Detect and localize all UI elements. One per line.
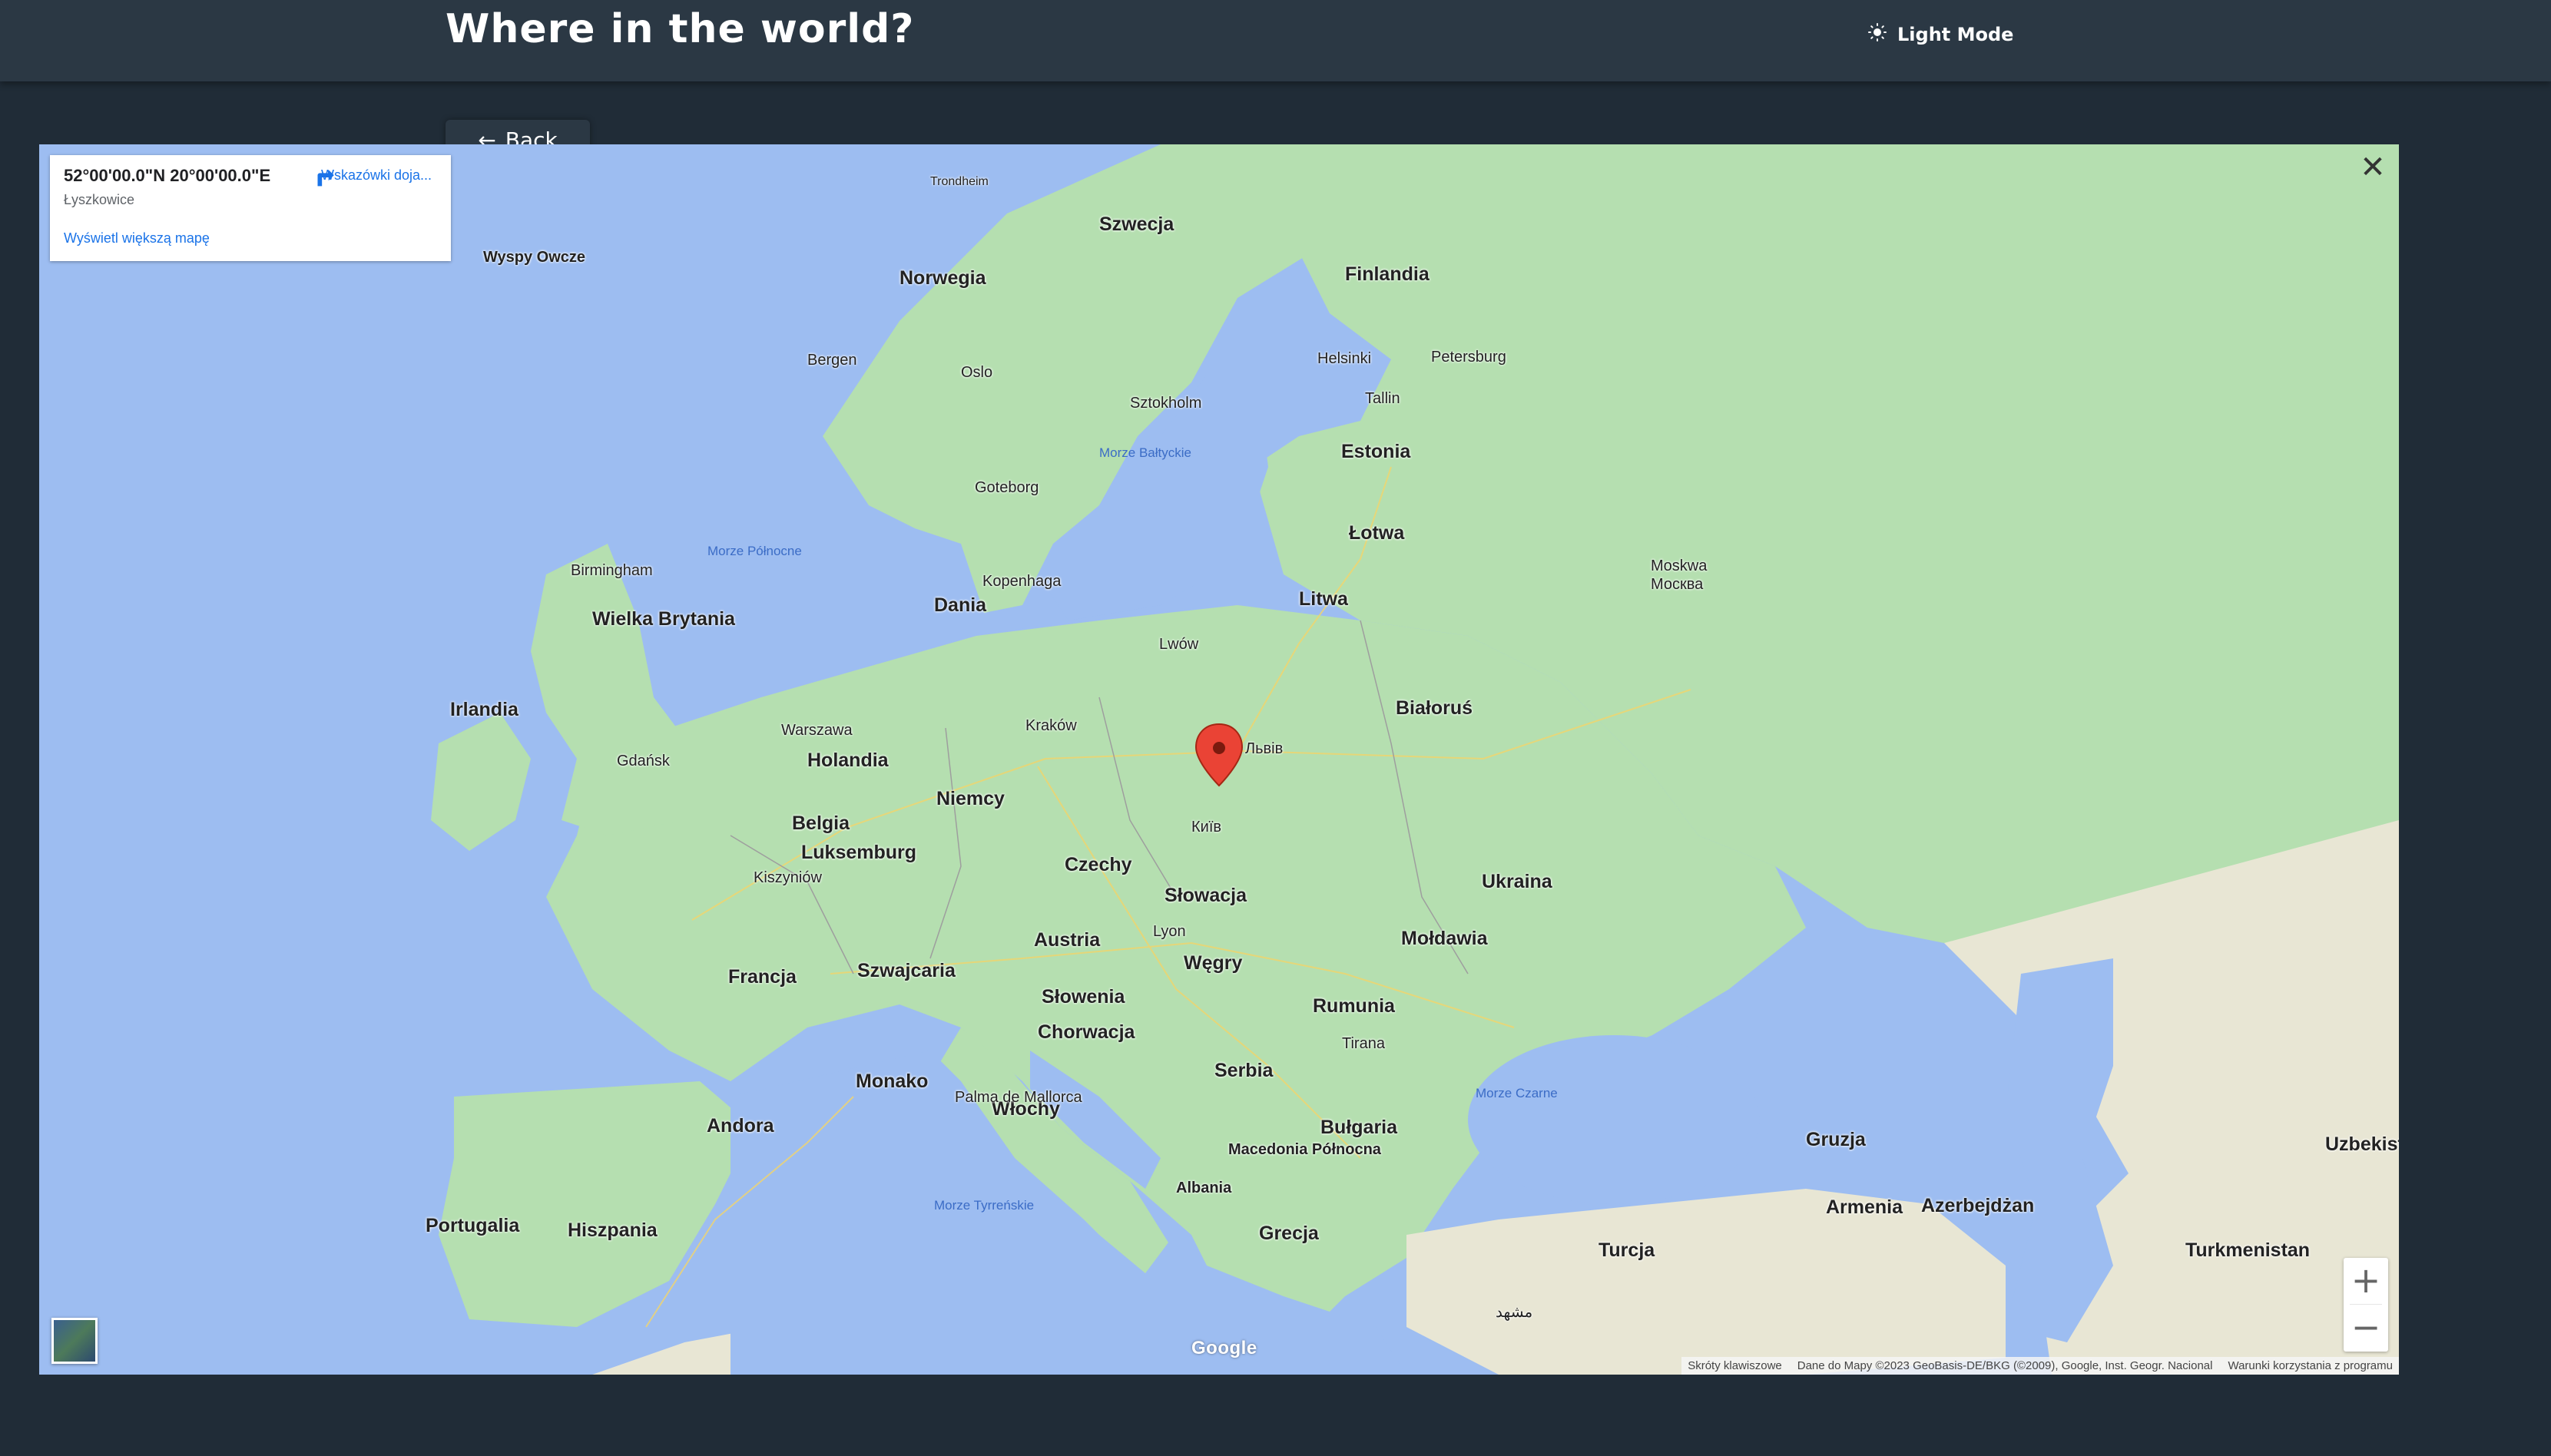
- map-label-country: Chorwacja: [1038, 1021, 1135, 1043]
- map-label-city: Москва: [1651, 576, 1704, 593]
- map-label-country: Bułgaria: [1320, 1117, 1398, 1138]
- map-label-city: Tallin: [1365, 390, 1400, 407]
- map-label-country: Austria: [1034, 929, 1101, 951]
- map-label-country: Andora: [707, 1115, 774, 1137]
- zoom-out-button[interactable]: −: [2344, 1305, 2388, 1351]
- map-label-country: Białoruś: [1396, 697, 1473, 719]
- map-label-country: Szwajcaria: [857, 960, 956, 981]
- map-label-country: Szwecja: [1099, 213, 1174, 235]
- map-label-country: Macedonia Północna: [1228, 1141, 1381, 1158]
- map-label-city: Lyon: [1153, 923, 1186, 940]
- map-label-country: Uzbekist: [2325, 1133, 2399, 1155]
- map-label-country: Norwegia: [899, 267, 986, 289]
- map-label-country: Gruzja: [1806, 1129, 1866, 1150]
- keyboard-shortcuts-link[interactable]: Skróty klawiszowe: [1688, 1359, 1782, 1372]
- map-label-city: Kraków: [1025, 717, 1077, 734]
- place-info-card: 52°00'00.0"N 20°00'00.0"E Łyszkowice Wyś…: [50, 155, 451, 261]
- map-label-country: Dania: [934, 594, 987, 616]
- map-label-sea: Morze Północne: [707, 544, 802, 558]
- satellite-layer-toggle[interactable]: [51, 1318, 98, 1364]
- map-label-country: Finlandia: [1345, 263, 1430, 285]
- map-label-sea: Morze Czarne: [1476, 1086, 1558, 1100]
- map-label-city: Petersburg: [1431, 349, 1506, 366]
- zoom-control: + −: [2344, 1258, 2388, 1352]
- map-label-country: Azerbejdżan: [1921, 1195, 2035, 1216]
- map-label-country: Portugalia: [426, 1215, 520, 1236]
- map-label-city: Sztokholm: [1130, 395, 1202, 412]
- map-label-city: Palma de Mallorca: [955, 1089, 1082, 1106]
- map-label-city: Birmingham: [571, 562, 653, 579]
- map-label-city: Київ: [1191, 819, 1222, 836]
- map-data-credit: Dane do Mapy ©2023 GeoBasis-DE/BKG (©200…: [1797, 1359, 2213, 1372]
- map-label-country: Monako: [856, 1070, 929, 1092]
- map-label-city: Moskwa: [1651, 558, 1708, 574]
- map-label-country: Słowacja: [1165, 885, 1247, 906]
- map-label-country: Holandia: [807, 750, 889, 771]
- theme-toggle-label: Light Mode: [1897, 24, 2014, 45]
- map-label-city: Trondheim: [930, 175, 989, 188]
- app-title: Where in the world?: [446, 6, 915, 52]
- map-label-country: Luksemburg: [801, 842, 917, 863]
- map-label-country: Czechy: [1065, 854, 1132, 875]
- map-label-country: Niemcy: [936, 788, 1005, 809]
- map-label-country: Albania: [1176, 1180, 1232, 1196]
- map-label-city: Львів: [1245, 740, 1284, 757]
- map-label-city: Oslo: [961, 364, 993, 381]
- map-label-sea: Morze Tyrreńskie: [934, 1198, 1035, 1213]
- view-larger-map-link[interactable]: Wyświetl większą mapę: [64, 230, 210, 247]
- directions-button[interactable]: Wskazówki doja...: [311, 164, 442, 187]
- theme-toggle-button[interactable]: Light Mode: [1868, 23, 2013, 46]
- google-logo: Google: [1191, 1338, 1257, 1358]
- map-label-country: Ukraina: [1482, 871, 1552, 892]
- terms-link[interactable]: Warunki korzystania z programu: [2228, 1359, 2393, 1372]
- map-label-sea: Morze Bałtyckie: [1099, 445, 1191, 460]
- zoom-in-button[interactable]: +: [2344, 1258, 2388, 1304]
- app-header: Where in the world? Light Mode: [0, 0, 2551, 81]
- map-label-city: Tirana: [1342, 1035, 1385, 1052]
- locality-text: Łyszkowice: [64, 192, 135, 207]
- map-label-country: Belgia: [792, 812, 850, 834]
- sun-icon: [1868, 23, 1887, 46]
- coordinates-text: 52°00'00.0"N 20°00'00.0"E: [64, 166, 271, 185]
- close-icon[interactable]: ✕: [2357, 152, 2388, 183]
- map-label-country: Hiszpania: [568, 1219, 658, 1241]
- map-label-country: Turkmenistan: [2185, 1239, 2311, 1261]
- map-label-country: Irlandia: [450, 699, 518, 720]
- map-label-city: Gdańsk: [617, 753, 670, 769]
- map-label-city: Bergen: [807, 352, 857, 369]
- map-label-country: Armenia: [1826, 1196, 1903, 1218]
- map-label-city: Kiszyniów: [754, 869, 822, 886]
- map-label-country: Wyspy Owcze: [483, 249, 586, 266]
- map-label-country: Rumunia: [1313, 995, 1395, 1017]
- directions-label: Wskazówki doja...: [320, 167, 432, 183]
- map-label-country: Litwa: [1299, 588, 1348, 610]
- map-label-country: Turcja: [1599, 1239, 1655, 1261]
- map-attribution: Skróty klawiszowe Dane do Mapy ©2023 Geo…: [1681, 1357, 2399, 1375]
- map-label-city: Warszawa: [781, 722, 853, 739]
- map-label-country: Estonia: [1341, 441, 1411, 462]
- map-label-country: Łotwa: [1349, 522, 1405, 544]
- map-label-city: Goteborg: [975, 479, 1039, 496]
- map-label-country: Wielka Brytania: [592, 608, 735, 630]
- map-label-city: Helsinki: [1317, 350, 1372, 367]
- map-embed[interactable]: Szwecja Norwegia Finlandia Estonia Łotwa…: [39, 144, 2399, 1375]
- map-label-city: Kopenhaga: [982, 573, 1062, 590]
- map-label-country: Francja: [728, 966, 797, 988]
- map-label-city: مشهد: [1496, 1304, 1533, 1321]
- map-label-country: Słowenia: [1042, 986, 1125, 1008]
- map-label-city: Lwów: [1159, 636, 1199, 653]
- map-label-country: Serbia: [1214, 1060, 1274, 1081]
- map-label-country: Węgry: [1184, 952, 1243, 974]
- map-label-country: Grecja: [1259, 1223, 1319, 1244]
- map-label-country: Mołdawia: [1401, 928, 1488, 949]
